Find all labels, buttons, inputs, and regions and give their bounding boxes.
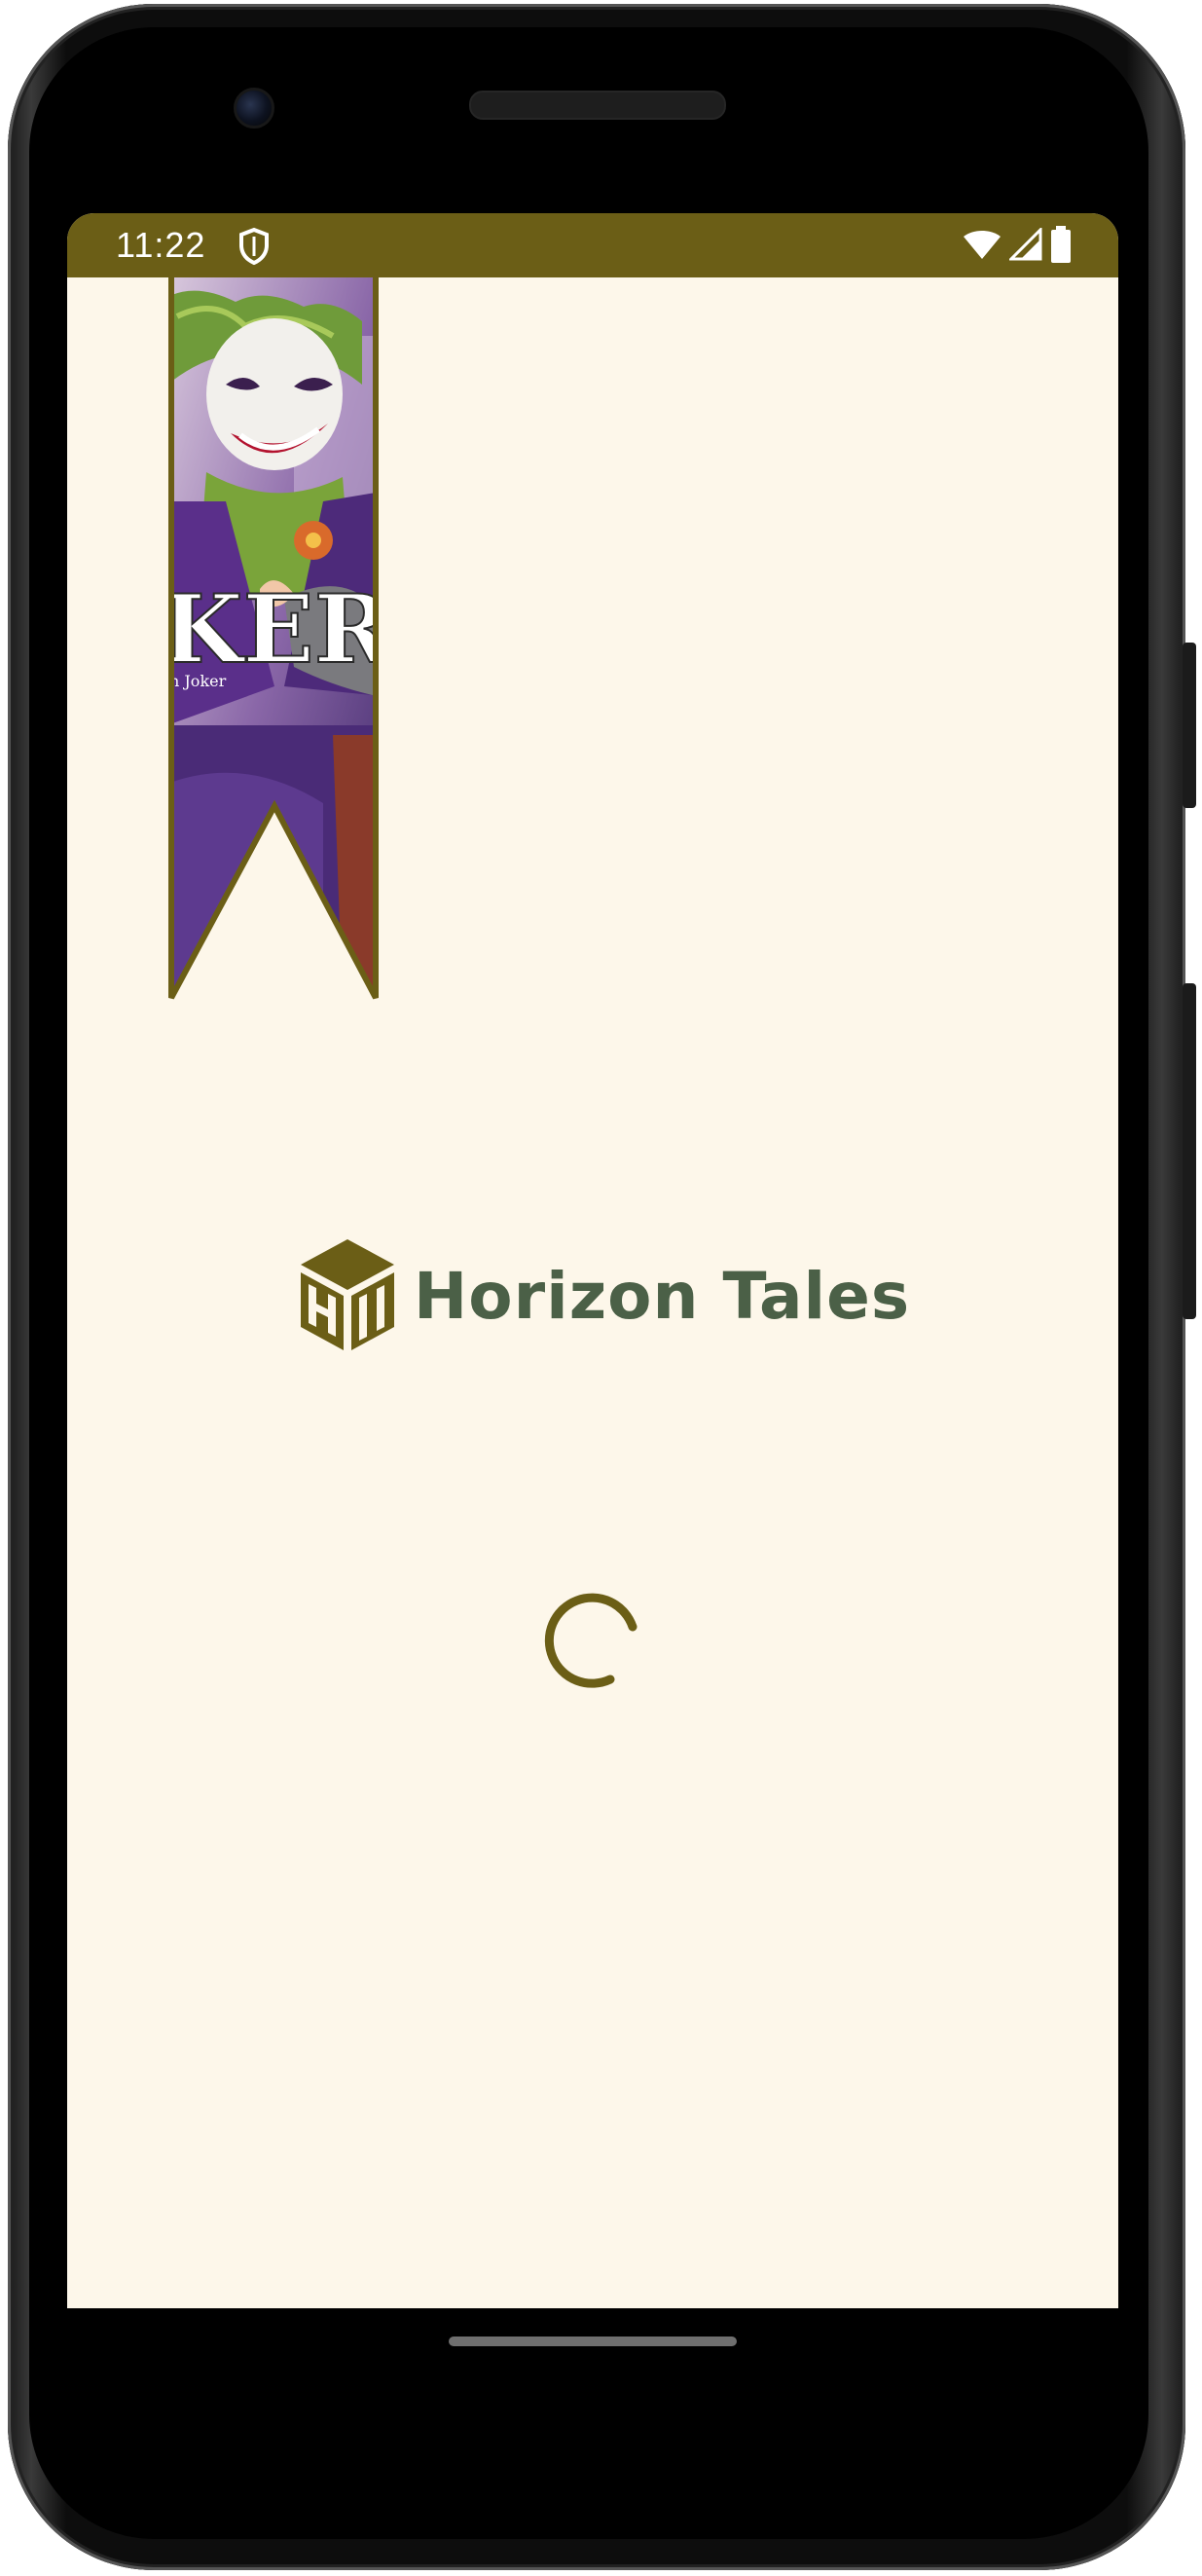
horizon-cube-icon xyxy=(297,1235,398,1356)
volume-button xyxy=(1183,983,1196,1319)
banner-subtitle: n Joker xyxy=(169,672,227,690)
phone-device: 11:22 KER n Joker Horizon Tales xyxy=(0,0,1202,2576)
signal-icon xyxy=(1007,226,1042,265)
banner-title: KER xyxy=(167,574,382,684)
app-logo: Horizon Tales xyxy=(297,1235,910,1356)
joker-cover-art: KER n Joker xyxy=(167,277,382,998)
battery-icon xyxy=(1050,226,1072,267)
earpiece-speaker xyxy=(469,91,726,120)
app-screen: 11:22 KER n Joker Horizon Tales xyxy=(67,213,1118,2308)
status-icons xyxy=(963,226,1072,267)
status-bar: 11:22 xyxy=(67,213,1118,277)
home-gesture-bar[interactable] xyxy=(449,2337,737,2346)
brand-name: Horizon Tales xyxy=(414,1258,911,1334)
spinner-icon xyxy=(540,1586,647,1693)
front-camera xyxy=(234,88,274,129)
wifi-icon xyxy=(963,228,1002,265)
power-button xyxy=(1183,643,1196,808)
status-time: 11:22 xyxy=(116,225,206,265)
comic-bookmark-banner: KER n Joker xyxy=(167,277,382,1008)
shield-icon xyxy=(237,227,271,266)
